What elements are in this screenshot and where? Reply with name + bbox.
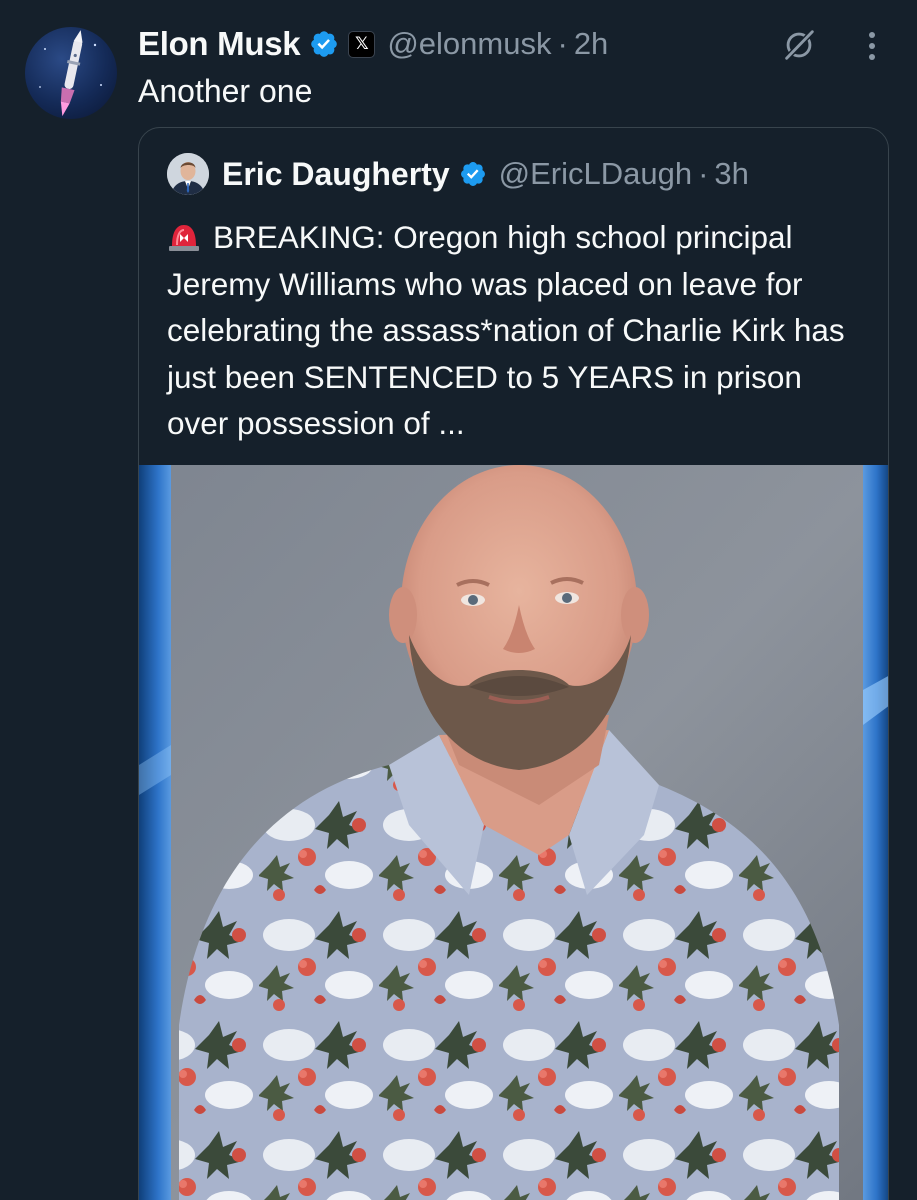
- quoted-tweet-header: Eric Daugherty @EricLDaugh · 3h: [167, 151, 749, 197]
- tweet-text: Another one: [138, 73, 313, 109]
- quoted-author-avatar[interactable]: [167, 153, 209, 195]
- x-affiliation-badge: 𝕏: [348, 30, 376, 58]
- timestamp[interactable]: 2h: [574, 26, 608, 62]
- quoted-author-handle[interactable]: @EricLDaugh: [499, 156, 692, 192]
- author-handle[interactable]: @elonmusk: [387, 26, 551, 62]
- author-name[interactable]: Elon Musk: [138, 25, 301, 63]
- quoted-tweet-photo[interactable]: [139, 465, 888, 1200]
- quoted-tweet[interactable]: Eric Daugherty @EricLDaugh · 3h BREAKING…: [138, 127, 889, 1200]
- more-vertical-icon[interactable]: [857, 28, 887, 64]
- tweet: Elon Musk 𝕏 @elonmusk · 2h Another one E…: [0, 0, 917, 1200]
- verified-badge-icon: [311, 31, 338, 57]
- separator: ·: [698, 156, 709, 191]
- portrait-photo: [139, 465, 888, 1200]
- siren-emoji-icon: [169, 225, 199, 251]
- quoted-tweet-text: BREAKING: Oregon high school principal J…: [167, 214, 867, 447]
- quoted-author-name[interactable]: Eric Daugherty: [222, 156, 450, 193]
- rocket-avatar-icon: [39, 30, 102, 117]
- verified-badge-icon: [460, 162, 485, 186]
- tweet-header: Elon Musk 𝕏 @elonmusk · 2h: [138, 22, 608, 66]
- quoted-timestamp[interactable]: 3h: [714, 156, 748, 192]
- author-avatar[interactable]: [25, 27, 117, 119]
- quoted-tweet-body: BREAKING: Oregon high school principal J…: [167, 219, 845, 441]
- separator: ·: [557, 26, 568, 61]
- grok-icon[interactable]: [780, 26, 818, 64]
- person-avatar-icon: [167, 153, 209, 195]
